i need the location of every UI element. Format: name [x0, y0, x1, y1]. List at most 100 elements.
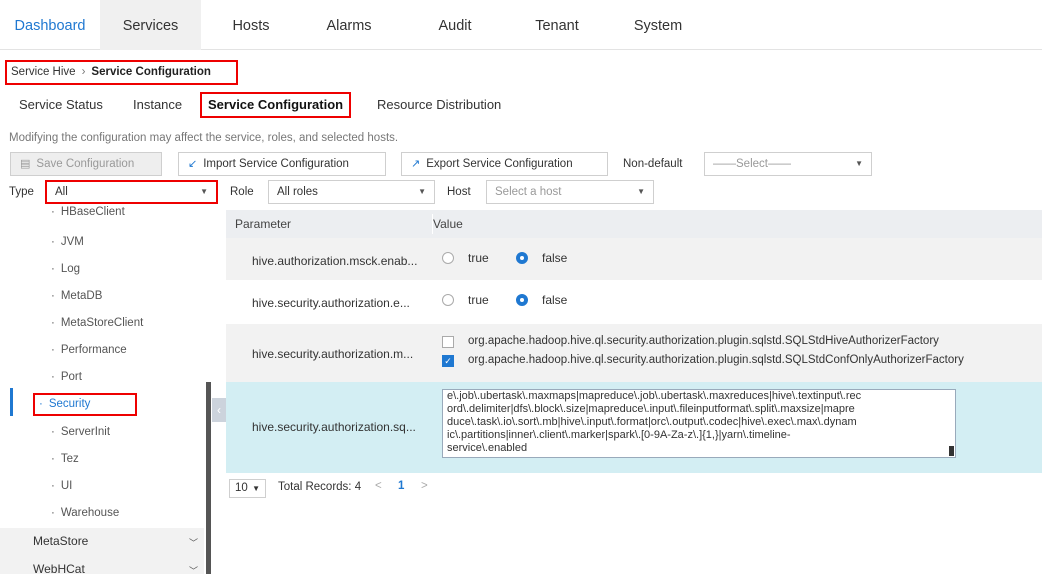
sidebar-item-label: MetaDB [60, 290, 103, 302]
page-1-button[interactable]: 1 [398, 480, 404, 492]
textarea-scrollbar[interactable] [949, 446, 954, 456]
checkbox-option-1-label: org.apache.hadoop.hive.ql.security.autho… [468, 335, 939, 347]
prev-page-button[interactable]: < [375, 480, 382, 492]
collapse-sidebar-handle[interactable]: ‹ [212, 398, 226, 422]
sidebar-section-webhcat[interactable]: WebHCat [33, 562, 85, 574]
tab-alarms[interactable]: Alarms [312, 0, 386, 50]
import-configuration-label: Import Service Configuration [203, 158, 349, 170]
sidebar-section-metastore[interactable]: MetaStore [33, 534, 88, 548]
tab-resource-distribution[interactable]: Resource Distribution [377, 92, 501, 118]
role-select[interactable]: All roles ▼ [268, 180, 435, 204]
tab-service-status[interactable]: Service Status [19, 92, 103, 118]
textarea-line: ord\.delimiter|dfs\.block\.size|mapreduc… [447, 403, 855, 415]
sidebar-item-performance[interactable]: · Performance [51, 344, 127, 356]
sidebar-item-ui[interactable]: · UI [51, 480, 72, 492]
tab-services[interactable]: Services [100, 0, 201, 50]
param-name: hive.authorization.msck.enab... [252, 254, 418, 268]
bullet-icon: · [51, 344, 55, 356]
chevron-down-icon[interactable]: ﹀ [189, 536, 198, 549]
check-icon: ✓ [444, 356, 452, 366]
sidebar-item-label: UI [60, 480, 73, 492]
sidebar-item-label: Performance [60, 344, 127, 356]
sidebar-section-metastore-bg [0, 528, 204, 554]
bullet-icon: · [51, 453, 55, 465]
sidebar-item-jvm[interactable]: · JVM [51, 236, 84, 248]
bullet-icon: · [51, 317, 55, 329]
bullet-icon: · [51, 236, 55, 248]
table-row: hive.security.authorization.m... org.apa… [226, 324, 1042, 382]
checkbox-option-2[interactable]: ✓ [442, 355, 454, 367]
chevron-down-icon: ▼ [200, 187, 208, 196]
sidebar-item-log[interactable]: · Log [51, 263, 80, 275]
sidebar-item-metastoreclient[interactable]: · MetaStoreClient [51, 317, 143, 329]
role-value: All roles [277, 186, 318, 198]
sidebar-item-port[interactable]: · Port [51, 371, 82, 383]
sidebar-item-label: HBaseClient [60, 206, 125, 218]
bullet-icon: · [51, 480, 55, 492]
tab-audit[interactable]: Audit [418, 0, 492, 50]
breadcrumb-current: Service Configuration [91, 66, 211, 78]
sidebar-item-hbaseclient[interactable]: · HBaseClient [51, 206, 125, 218]
textarea-line: e\.job\.ubertask\.maxmaps|mapreduce\.job… [447, 390, 862, 402]
textarea-line: duce\.task\.io\.sort\.mb|hive\.input\.fo… [447, 416, 857, 428]
table-header: Parameter Value [226, 210, 1042, 238]
radio-true[interactable] [442, 252, 454, 264]
sidebar-item-tez[interactable]: · Tez [51, 453, 79, 465]
non-default-select[interactable]: ——Select—— ▼ [704, 152, 872, 176]
tab-tenant[interactable]: Tenant [517, 0, 597, 50]
radio-true-label: true [468, 293, 489, 307]
import-icon: ↙ [188, 158, 198, 170]
sidebar-item-label: Security [48, 398, 91, 410]
param-name: hive.security.authorization.sq... [252, 420, 416, 434]
breadcrumb-parent[interactable]: Service Hive [11, 66, 76, 78]
checkbox-option-1[interactable] [442, 336, 454, 348]
param-name: hive.security.authorization.e... [252, 296, 410, 310]
bullet-icon: · [51, 263, 55, 275]
sidebar-item-metadb[interactable]: · MetaDB [51, 290, 102, 302]
sidebar-item-serverinit[interactable]: · ServerInit [51, 426, 110, 438]
page-size-value: 10 [235, 482, 248, 494]
header-parameter: Parameter [235, 217, 292, 231]
sidebar-item-label: Port [60, 371, 82, 383]
tab-dashboard[interactable]: Dashboard [0, 0, 100, 50]
save-configuration-label: Save Configuration [36, 158, 135, 170]
bullet-icon: · [51, 371, 55, 383]
radio-false-label: false [542, 293, 568, 307]
chevron-down-icon: ▼ [252, 484, 260, 493]
radio-true[interactable] [442, 294, 454, 306]
import-configuration-button[interactable]: ↙ Import Service Configuration [178, 152, 386, 176]
textarea-line: service\.enabled [447, 442, 528, 454]
sidebar-scrollbar[interactable] [206, 382, 211, 574]
chevron-down-icon[interactable]: ﹀ [189, 564, 198, 574]
tab-instance[interactable]: Instance [133, 92, 182, 118]
host-label: Host [447, 186, 471, 198]
checkbox-option-2-label: org.apache.hadoop.hive.ql.security.autho… [468, 354, 964, 366]
tab-service-configuration[interactable]: Service Configuration [200, 92, 352, 118]
table-row: hive.authorization.msck.enab... true fal… [226, 238, 1042, 280]
page-size-select[interactable]: 10 ▼ [229, 479, 266, 498]
non-default-label: Non-default [623, 158, 683, 170]
bullet-icon: · [51, 426, 55, 438]
header-value: Value [433, 217, 463, 231]
radio-false[interactable] [516, 294, 528, 306]
type-label: Type [9, 186, 34, 198]
sub-tabs: Service Status Instance Service Configur… [0, 92, 1042, 120]
table-row: hive.security.authorization.e... true fa… [226, 280, 1042, 324]
tab-system[interactable]: System [618, 0, 698, 50]
save-configuration-button[interactable]: ▤ Save Configuration [10, 152, 162, 176]
sidebar-item-warehouse[interactable]: · Warehouse [51, 507, 119, 519]
radio-false[interactable] [516, 252, 528, 264]
export-configuration-button[interactable]: ↗ Export Service Configuration [401, 152, 608, 176]
sidebar-item-security[interactable]: · Security [39, 398, 90, 410]
tab-hosts[interactable]: Hosts [214, 0, 288, 50]
type-value: All [55, 186, 68, 198]
chevron-down-icon: ▼ [637, 187, 645, 196]
param-value-textarea[interactable]: e\.job\.ubertask\.maxmaps|mapreduce\.job… [442, 389, 956, 458]
host-placeholder: Select a host [495, 186, 562, 198]
next-page-button[interactable]: > [421, 480, 428, 492]
export-configuration-label: Export Service Configuration [426, 158, 573, 170]
sidebar-item-label: Warehouse [60, 507, 120, 519]
sidebar-item-label: JVM [60, 236, 84, 248]
chevron-left-icon: ‹ [217, 403, 221, 417]
host-select[interactable]: Select a host ▼ [486, 180, 654, 204]
